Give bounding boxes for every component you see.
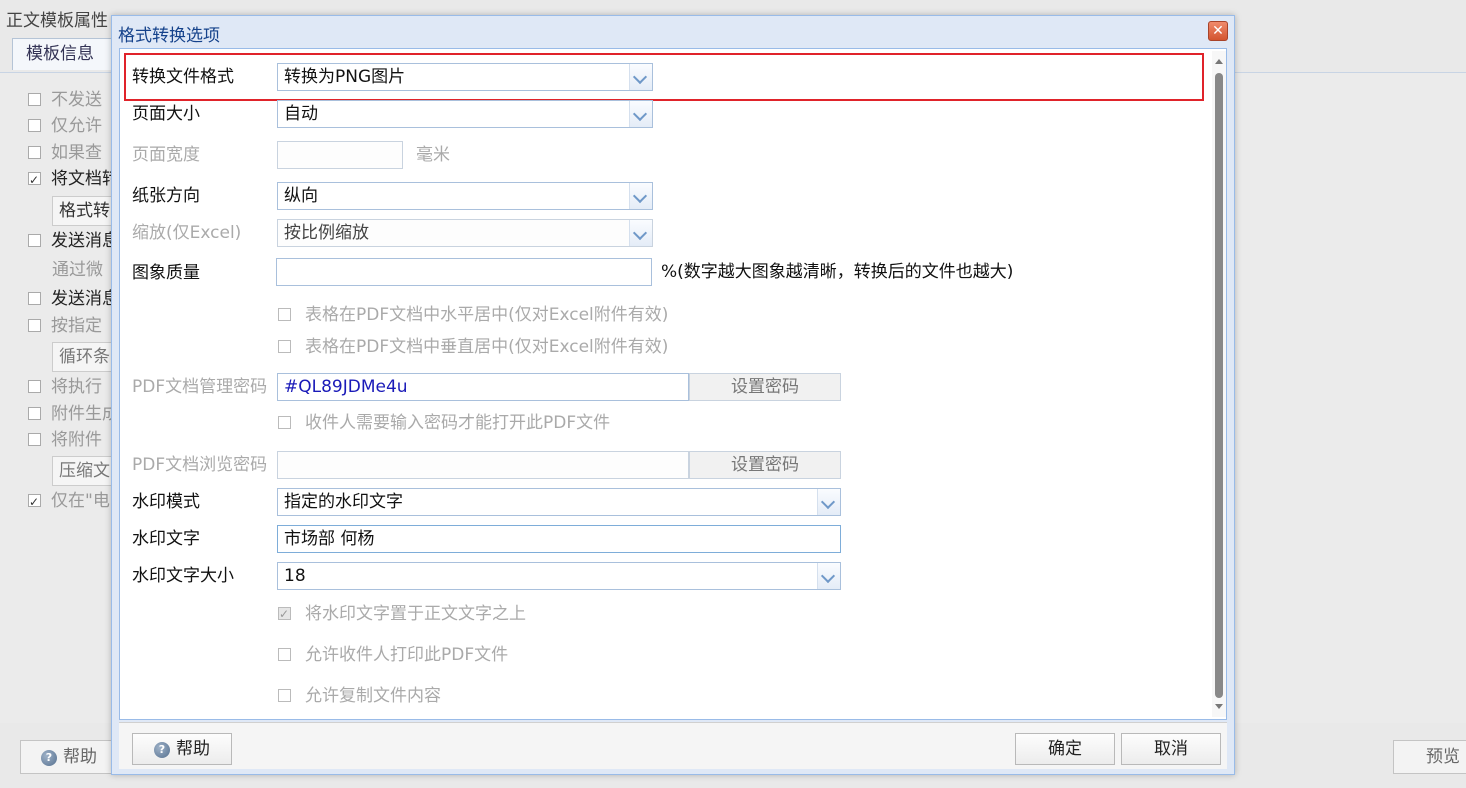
center-vertical-checkbox[interactable]: 表格在PDF文档中垂直居中(仅对Excel附件有效) <box>278 336 668 358</box>
chevron-down-icon[interactable] <box>629 64 652 90</box>
image-quality-label: 图象质量 <box>132 263 200 283</box>
admin-password-label: PDF文档管理密码 <box>132 377 268 397</box>
watermark-above-checkbox[interactable]: 将水印文字置于正文文字之上 <box>278 603 526 625</box>
bg-option-row[interactable]: 将执行 <box>28 375 102 399</box>
orientation-select[interactable]: 纵向 <box>277 182 653 210</box>
watermark-text-label: 水印文字 <box>132 529 200 549</box>
scale-select[interactable]: 按比例缩放 <box>277 219 653 247</box>
view-password-label: PDF文档浏览密码 <box>132 455 268 475</box>
tab-template-info[interactable]: 模板信息 <box>12 38 112 70</box>
admin-password-input[interactable]: #QL89JDMe4u <box>277 373 689 401</box>
dialog-body: 转换文件格式 转换为PNG图片 页面大小 自动 页面宽度 毫米 纸张方向 纵向 … <box>119 48 1227 720</box>
bg-option-row[interactable]: 发送消息 <box>28 287 119 311</box>
background-window-title: 正文模板属性 <box>6 11 108 31</box>
chevron-down-icon[interactable] <box>629 220 652 246</box>
convert-format-select[interactable]: 转换为PNG图片 <box>277 63 653 91</box>
help-button[interactable]: ? 帮助 <box>132 733 232 765</box>
chevron-down-icon[interactable] <box>629 101 652 127</box>
allow-copy-checkbox[interactable]: 允许复制文件内容 <box>278 685 441 707</box>
help-icon: ? <box>154 742 170 758</box>
watermark-mode-label: 水印模式 <box>132 492 200 512</box>
bg-option-row[interactable]: 如果查 <box>28 141 102 165</box>
help-icon: ? <box>41 750 57 766</box>
page-width-input[interactable] <box>277 141 403 169</box>
allow-print-checkbox[interactable]: 允许收件人打印此PDF文件 <box>278 644 508 666</box>
format-conversion-dialog: 格式转换选项 ✕ 转换文件格式 转换为PNG图片 页面大小 自动 页面宽度 毫米… <box>111 15 1235 775</box>
scroll-thumb[interactable] <box>1215 73 1223 698</box>
dialog-footer: ? 帮助 确定 取消 <box>119 722 1227 769</box>
scroll-down-icon[interactable] <box>1215 704 1223 709</box>
bg-option-row[interactable]: 将附件 <box>28 428 102 452</box>
page-width-unit: 毫米 <box>416 145 450 165</box>
scale-label: 缩放(仅Excel) <box>132 223 242 243</box>
bg-help-button[interactable]: ? 帮助 <box>20 740 120 774</box>
bg-option-row[interactable]: 附件生成 <box>28 402 119 426</box>
set-view-password-button[interactable]: 设置密码 <box>689 451 841 479</box>
chevron-down-icon[interactable] <box>817 563 840 589</box>
bg-option-row[interactable]: 仅允许 <box>28 114 102 138</box>
dialog-title: 格式转换选项 <box>118 26 220 46</box>
image-quality-hint: %(数字越大图象越清晰，转换后的文件也越大) <box>661 262 1014 282</box>
bg-option-row[interactable]: 发送消息 <box>28 229 119 253</box>
bg-option-row[interactable]: 将文档转 <box>28 167 119 192</box>
page-size-select[interactable]: 自动 <box>277 100 653 128</box>
watermark-size-select[interactable]: 18 <box>277 562 841 590</box>
set-admin-password-button[interactable]: 设置密码 <box>689 373 841 401</box>
watermark-size-label: 水印文字大小 <box>132 566 234 586</box>
bg-preview-button[interactable]: 预览 <box>1393 740 1466 774</box>
convert-format-label: 转换文件格式 <box>132 67 234 87</box>
ok-button[interactable]: 确定 <box>1015 733 1115 765</box>
bg-option-row[interactable]: 按指定 <box>28 314 102 338</box>
scroll-up-icon[interactable] <box>1215 59 1223 64</box>
bg-option-row[interactable]: 不发送 <box>28 88 102 112</box>
bg-option-text: 通过微 <box>52 260 103 280</box>
orientation-label: 纸张方向 <box>132 186 200 206</box>
watermark-mode-select[interactable]: 指定的水印文字 <box>277 488 841 516</box>
chevron-down-icon[interactable] <box>629 183 652 209</box>
require-password-checkbox[interactable]: 收件人需要输入密码才能打开此PDF文件 <box>278 412 610 434</box>
vertical-scrollbar[interactable] <box>1212 51 1226 717</box>
bg-option-row[interactable]: 仅在"电 <box>28 489 110 514</box>
close-icon[interactable]: ✕ <box>1208 21 1228 41</box>
image-quality-input[interactable] <box>276 258 652 286</box>
watermark-text-input[interactable]: 市场部 何杨 <box>277 525 841 553</box>
center-horizontal-checkbox[interactable]: 表格在PDF文档中水平居中(仅对Excel附件有效) <box>278 304 668 326</box>
page-width-label: 页面宽度 <box>132 145 200 165</box>
chevron-down-icon[interactable] <box>817 489 840 515</box>
page-size-label: 页面大小 <box>132 104 200 124</box>
cancel-button[interactable]: 取消 <box>1121 733 1221 765</box>
view-password-input[interactable] <box>277 451 689 479</box>
